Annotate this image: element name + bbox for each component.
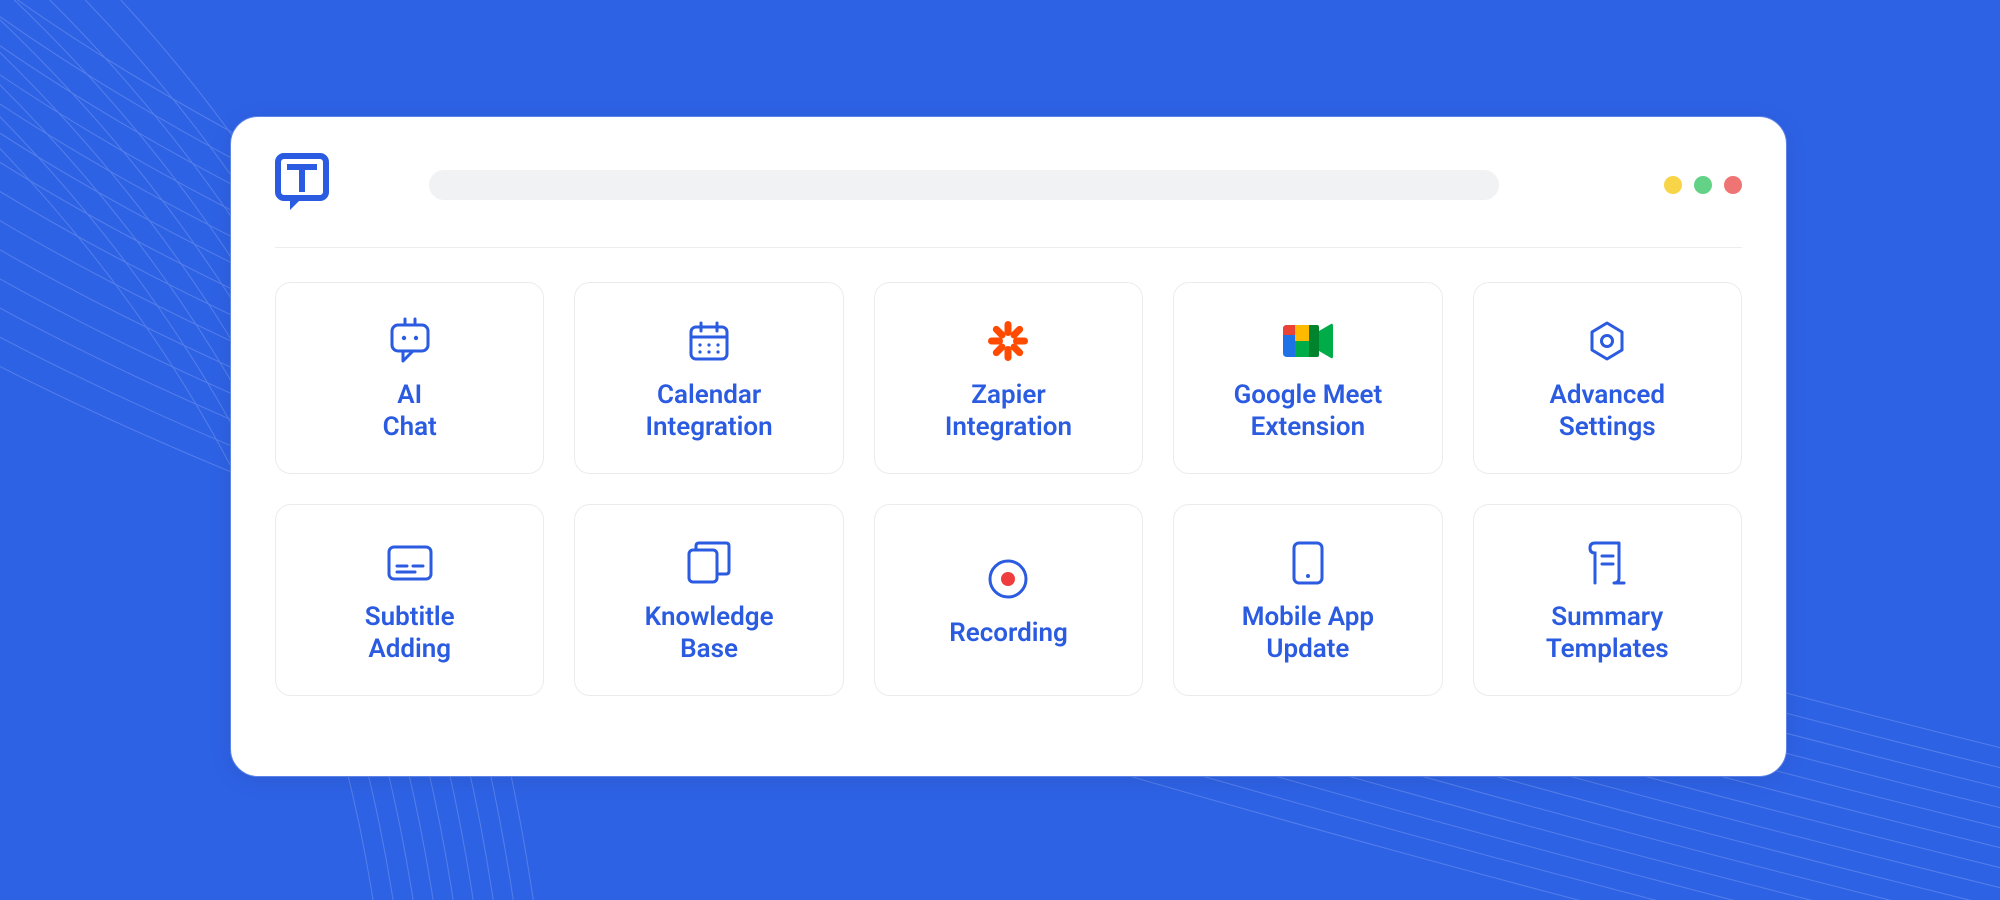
card-label: AI Chat [383, 379, 437, 444]
card-advanced-settings[interactable]: Advanced Settings [1473, 282, 1742, 474]
settings-gear-icon [1585, 313, 1629, 369]
zapier-icon [986, 313, 1030, 369]
google-meet-icon [1283, 313, 1333, 369]
app-logo-icon [275, 153, 329, 217]
card-zapier-integration[interactable]: Zapier Integration [874, 282, 1143, 474]
window-controls [1664, 176, 1742, 194]
card-label: Summary Templates [1546, 601, 1669, 666]
card-recording[interactable]: Recording [874, 504, 1143, 696]
app-window: AI Chat Calendar Integration [230, 116, 1787, 777]
calendar-icon [687, 313, 731, 369]
card-label: Knowledge Base [645, 601, 774, 666]
header-divider [275, 247, 1742, 248]
card-ai-chat[interactable]: AI Chat [275, 282, 544, 474]
summary-templates-icon [1587, 535, 1627, 591]
card-calendar-integration[interactable]: Calendar Integration [574, 282, 843, 474]
card-summary-templates[interactable]: Summary Templates [1473, 504, 1742, 696]
card-label: Recording [949, 617, 1068, 650]
card-subtitle-adding[interactable]: Subtitle Adding [275, 504, 544, 696]
mobile-app-icon [1291, 535, 1325, 591]
card-label: Subtitle Adding [365, 601, 455, 666]
card-label: Calendar Integration [646, 379, 773, 444]
recording-icon [986, 551, 1030, 607]
card-label: Zapier Integration [945, 379, 1072, 444]
window-close-button[interactable] [1724, 176, 1742, 194]
card-mobile-app-update[interactable]: Mobile App Update [1173, 504, 1442, 696]
card-label: Mobile App Update [1242, 601, 1374, 666]
window-maximize-button[interactable] [1694, 176, 1712, 194]
window-minimize-button[interactable] [1664, 176, 1682, 194]
search-input[interactable] [429, 170, 1499, 200]
card-google-meet-extension[interactable]: Google Meet Extension [1173, 282, 1442, 474]
card-label: Google Meet Extension [1234, 379, 1383, 444]
subtitle-icon [386, 535, 434, 591]
window-header [275, 153, 1742, 217]
knowledge-base-icon [686, 535, 732, 591]
card-knowledge-base[interactable]: Knowledge Base [574, 504, 843, 696]
feature-card-grid: AI Chat Calendar Integration [275, 282, 1742, 696]
card-label: Advanced Settings [1550, 379, 1666, 444]
ai-chat-icon [385, 313, 435, 369]
